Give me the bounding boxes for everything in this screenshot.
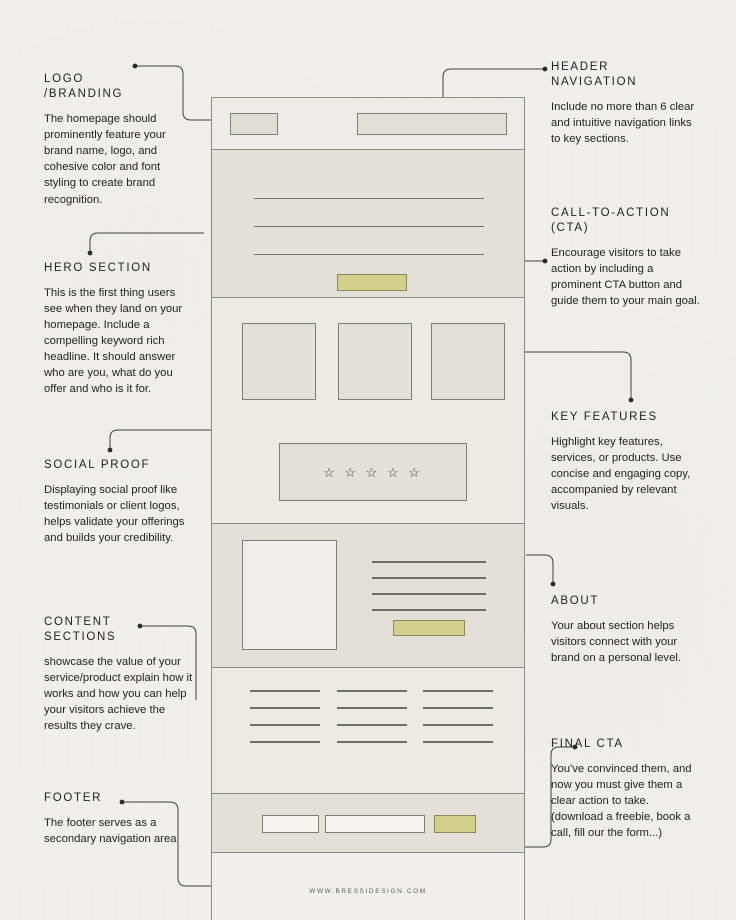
star-rating-icon: ☆ ☆ ☆ ☆ ☆ <box>323 464 423 480</box>
wireframe-content-line <box>337 741 407 743</box>
wireframe-hero-cta-button <box>337 274 407 291</box>
wireframe-content-line <box>250 724 320 726</box>
annotation-footer: FOOTER The footer serves as a secondary … <box>44 791 194 847</box>
annotation-title: LOGO /BRANDING <box>44 73 124 101</box>
annotation-title: SOCIAL PROOF <box>44 459 151 471</box>
annotation-body: showcase the value of your service/produ… <box>44 656 193 733</box>
annotation-title: ABOUT <box>551 595 600 607</box>
annotation-body: Include no more than 6 clear and intuiti… <box>551 101 695 146</box>
annotation-logo-branding: LOGO /BRANDING The homepage should promi… <box>44 72 194 208</box>
wireframe-nav-placeholder <box>357 113 507 135</box>
annotation-body: Highlight key features, services, or pro… <box>551 436 691 513</box>
annotation-title: CONTENT SECTIONS <box>44 616 117 644</box>
wireframe-content-line <box>423 724 493 726</box>
wireframe-header-bar <box>212 98 524 150</box>
annotation-title: HERO SECTION <box>44 262 152 274</box>
website-wireframe-mockup: ☆ ☆ ☆ ☆ ☆ WWW.BRESSIDESIGN.COM <box>211 97 525 920</box>
annotation-call-to-action: CALL-TO-ACTION (CTA) Encourage visitors … <box>551 206 703 309</box>
annotation-title: HEADER NAVIGATION <box>551 61 638 89</box>
annotation-title: KEY FEATURES <box>551 411 658 423</box>
annotation-hero-section: HERO SECTION This is the first thing use… <box>44 261 188 397</box>
annotation-final-cta: FINAL CTA You've convinced them, and now… <box>551 737 703 841</box>
wireframe-about-line <box>372 593 486 595</box>
annotation-header-navigation: HEADER NAVIGATION Include no more than 6… <box>551 60 701 147</box>
website-url-label: WWW.BRESSIDESIGN.COM <box>309 888 427 895</box>
wireframe-logo-placeholder <box>230 113 278 135</box>
wireframe-content-column <box>337 690 407 758</box>
wireframe-hero-section <box>212 150 524 298</box>
wireframe-content-line <box>250 707 320 709</box>
wireframe-about-image-placeholder <box>242 540 337 650</box>
annotation-title: CALL-TO-ACTION (CTA) <box>551 207 671 235</box>
annotation-body: Encourage visitors to take action by inc… <box>551 247 700 308</box>
wireframe-about-section <box>212 523 524 668</box>
wireframe-content-line <box>337 724 407 726</box>
wireframe-footer-bar <box>212 793 524 853</box>
wireframe-content-line <box>423 690 493 692</box>
wireframe-content-line <box>423 741 493 743</box>
wireframe-footer-box <box>262 815 319 833</box>
wireframe-content-line <box>250 741 320 743</box>
wireframe-content-column <box>250 690 320 758</box>
wireframe-content-column <box>423 690 493 758</box>
wireframe-content-line <box>337 690 407 692</box>
wireframe-about-line <box>372 577 486 579</box>
wireframe-about-line <box>372 561 486 563</box>
wireframe-feature-card <box>338 323 412 400</box>
wireframe-footer-box <box>325 815 425 833</box>
wireframe-key-features-section <box>212 298 524 423</box>
wireframe-about-line <box>372 609 486 611</box>
annotation-body: Your about section helps visitors connec… <box>551 620 682 665</box>
annotation-social-proof: SOCIAL PROOF Displaying social proof lik… <box>44 458 189 546</box>
wireframe-feature-card <box>242 323 316 400</box>
wireframe-about-cta-button <box>393 620 465 636</box>
annotation-body: Displaying social proof like testimonial… <box>44 484 185 545</box>
annotation-body: The footer serves as a secondary navigat… <box>44 817 177 846</box>
wireframe-content-line <box>250 690 320 692</box>
wireframe-feature-card <box>431 323 505 400</box>
annotation-about: ABOUT Your about section helps visitors … <box>551 594 701 666</box>
wireframe-testimonial-box: ☆ ☆ ☆ ☆ ☆ <box>279 443 467 501</box>
annotation-body: You've convinced them, and now you must … <box>551 763 692 840</box>
wireframe-social-proof-section: ☆ ☆ ☆ ☆ ☆ <box>212 423 524 523</box>
wireframe-hero-line <box>254 198 484 199</box>
annotation-content-sections: CONTENT SECTIONS showcase the value of y… <box>44 615 194 735</box>
wireframe-hero-line <box>254 254 484 255</box>
annotation-key-features: KEY FEATURES Highlight key features, ser… <box>551 410 701 514</box>
annotation-title: FINAL CTA <box>551 738 624 750</box>
wireframe-content-sections <box>212 668 524 793</box>
wireframe-hero-line <box>254 226 484 227</box>
annotation-body: This is the first thing users see when t… <box>44 287 183 396</box>
annotation-body: The homepage should prominently feature … <box>44 113 166 206</box>
wireframe-footer-cta-button <box>434 815 476 833</box>
wireframe-content-line <box>337 707 407 709</box>
annotation-title: FOOTER <box>44 792 103 804</box>
wireframe-content-line <box>423 707 493 709</box>
